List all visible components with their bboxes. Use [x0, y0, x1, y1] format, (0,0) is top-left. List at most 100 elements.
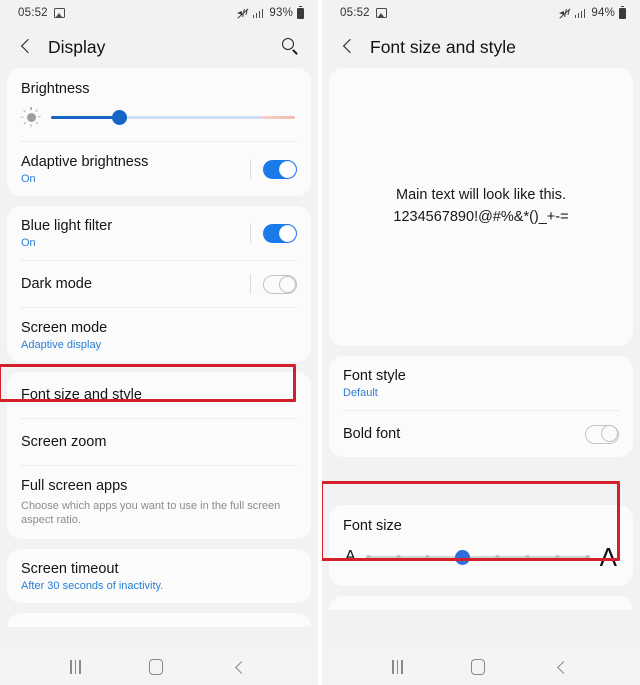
dark-mode-toggle-wrap: [238, 274, 297, 295]
status-bar-right-group: 94%: [558, 5, 626, 19]
adaptive-brightness-text: Adaptive brightness On: [21, 153, 238, 185]
font-size-tick-5[interactable]: [495, 554, 501, 560]
left-nav-bar: [0, 649, 318, 685]
font-size-tick-8[interactable]: [584, 554, 590, 560]
screen-zoom-title: Screen zoom: [21, 434, 107, 451]
font-style-card: Font style Default Bold font: [329, 356, 633, 458]
blue-light-filter-toggle[interactable]: [263, 223, 297, 243]
font-style-text: Font style Default: [343, 367, 619, 399]
screen-mode-title: Screen mode: [21, 320, 108, 337]
display-options-card: Blue light filter On Dark mode Screen mo…: [7, 206, 311, 363]
blue-light-filter-toggle-wrap: [238, 223, 297, 244]
font-preview-card: Main text will look like this. 123456789…: [329, 68, 633, 346]
font-style-row[interactable]: Font style Default: [329, 356, 633, 410]
mute-icon: [558, 7, 571, 19]
screen-timeout-row[interactable]: Screen timeout After 30 seconds of inact…: [7, 549, 311, 603]
font-style-title: Font style: [343, 368, 406, 384]
screen-zoom-row[interactable]: Screen zoom: [7, 419, 311, 465]
font-size-tick-2[interactable]: [395, 554, 401, 560]
status-bar-clock: 05:52: [18, 7, 48, 19]
status-bar-left-group: 05:52: [18, 7, 65, 19]
signal-bars-icon: [252, 8, 264, 18]
font-size-tick-4-selected[interactable]: [455, 549, 471, 565]
bold-font-row[interactable]: Bold font: [329, 411, 633, 457]
home-icon[interactable]: [149, 659, 164, 675]
brightness-slider-row[interactable]: [7, 99, 311, 141]
blue-light-filter-row[interactable]: Blue light filter On: [7, 206, 311, 260]
screen-zoom-text: Screen zoom: [21, 433, 297, 451]
bold-font-toggle-wrap: [573, 424, 619, 444]
adaptive-brightness-title: Adaptive brightness: [21, 154, 149, 170]
next-card-partial: [329, 596, 633, 611]
recents-icon[interactable]: [70, 660, 81, 674]
right-status-bar: 05:52 94%: [322, 0, 640, 26]
status-bar-clock: 05:52: [340, 7, 370, 19]
right-settings-list: Main text will look like this. 123456789…: [322, 68, 640, 649]
font-size-tick-7[interactable]: [554, 554, 560, 560]
toggle-separator: [250, 159, 251, 180]
font-size-tick-3[interactable]: [425, 554, 431, 560]
bold-font-text: Bold font: [343, 425, 573, 443]
screen-timeout-card: Screen timeout After 30 seconds of inact…: [7, 549, 311, 604]
screen-timeout-text: Screen timeout After 30 seconds of inact…: [21, 560, 297, 592]
blue-light-filter-text: Blue light filter On: [21, 217, 238, 249]
battery-percent-label: 93%: [269, 7, 293, 19]
search-icon[interactable]: [278, 34, 304, 60]
font-and-zoom-card: Font size and style Screen zoom Full scr…: [7, 372, 311, 540]
dark-mode-toggle[interactable]: [263, 274, 297, 294]
back-icon[interactable]: [232, 659, 248, 675]
brightness-card: Brightness Adaptive brightness On: [7, 68, 311, 197]
left-settings-list: Brightness Adaptive brightness On Blue l…: [0, 68, 318, 649]
screen-mode-value: Adaptive display: [21, 339, 102, 352]
left-phone-screen: 05:52 93% Display Brightness Adaptive br…: [0, 0, 318, 685]
brightness-sun-icon: [20, 107, 41, 127]
screen-mode-row[interactable]: Screen mode Adaptive display: [7, 308, 311, 362]
full-screen-apps-row[interactable]: Full screen apps Choose which apps you w…: [7, 466, 311, 539]
bold-font-toggle[interactable]: [585, 424, 619, 444]
preview-text-line-1: Main text will look like this.: [395, 187, 567, 204]
signal-bars-icon: [574, 8, 586, 18]
screen-timeout-title: Screen timeout: [21, 561, 119, 578]
font-size-slider-row[interactable]: A A: [329, 534, 633, 586]
battery-icon: [619, 5, 626, 19]
brightness-slider-fill: [51, 115, 120, 119]
preview-text-line-2: 1234567890!@#%&*()_+-=: [393, 209, 569, 225]
back-button[interactable]: [336, 34, 362, 60]
dark-mode-title: Dark mode: [21, 276, 92, 293]
adaptive-brightness-toggle-wrap: [238, 159, 297, 180]
toggle-separator: [250, 274, 251, 295]
status-bar-left-group: 05:52: [340, 7, 387, 19]
adaptive-brightness-row[interactable]: Adaptive brightness On: [7, 142, 311, 196]
left-status-bar: 05:52 93%: [0, 0, 318, 26]
font-size-and-style-row[interactable]: Font size and style: [7, 372, 311, 418]
next-card-partial: [7, 613, 311, 628]
brightness-slider-track[interactable]: [51, 109, 295, 125]
full-screen-apps-title: Full screen apps: [21, 478, 128, 495]
font-size-tick-6[interactable]: [524, 554, 530, 560]
dark-mode-text: Dark mode: [21, 275, 238, 293]
gallery-icon: [53, 8, 65, 18]
battery-percent-label: 94%: [591, 7, 615, 19]
left-app-bar: Display: [0, 26, 318, 68]
toggle-separator: [250, 223, 251, 244]
font-size-and-style-text: Font size and style: [21, 386, 297, 404]
blue-light-filter-status: On: [21, 237, 36, 250]
brightness-label: Brightness: [21, 81, 90, 97]
font-size-slider-track[interactable]: [365, 548, 590, 566]
adaptive-brightness-toggle[interactable]: [263, 159, 297, 179]
font-size-tick-1[interactable]: [365, 554, 371, 560]
back-icon[interactable]: [554, 659, 570, 675]
home-icon[interactable]: [471, 659, 486, 675]
font-size-large-a-label: A: [599, 542, 617, 573]
full-screen-apps-description: Choose which apps you want to use in the…: [21, 499, 281, 527]
right-phone-screen: 05:52 94% Font size and style Main text …: [322, 0, 640, 685]
mute-icon: [236, 7, 249, 19]
recents-icon[interactable]: [392, 660, 403, 674]
font-size-slider-card: Font size A A: [329, 505, 633, 587]
dark-mode-row[interactable]: Dark mode: [7, 261, 311, 307]
screen-mode-text: Screen mode Adaptive display: [21, 319, 297, 351]
page-title: Display: [48, 36, 106, 57]
brightness-slider-thumb[interactable]: [111, 109, 127, 125]
font-style-value: Default: [343, 387, 378, 400]
back-button[interactable]: [14, 34, 40, 60]
